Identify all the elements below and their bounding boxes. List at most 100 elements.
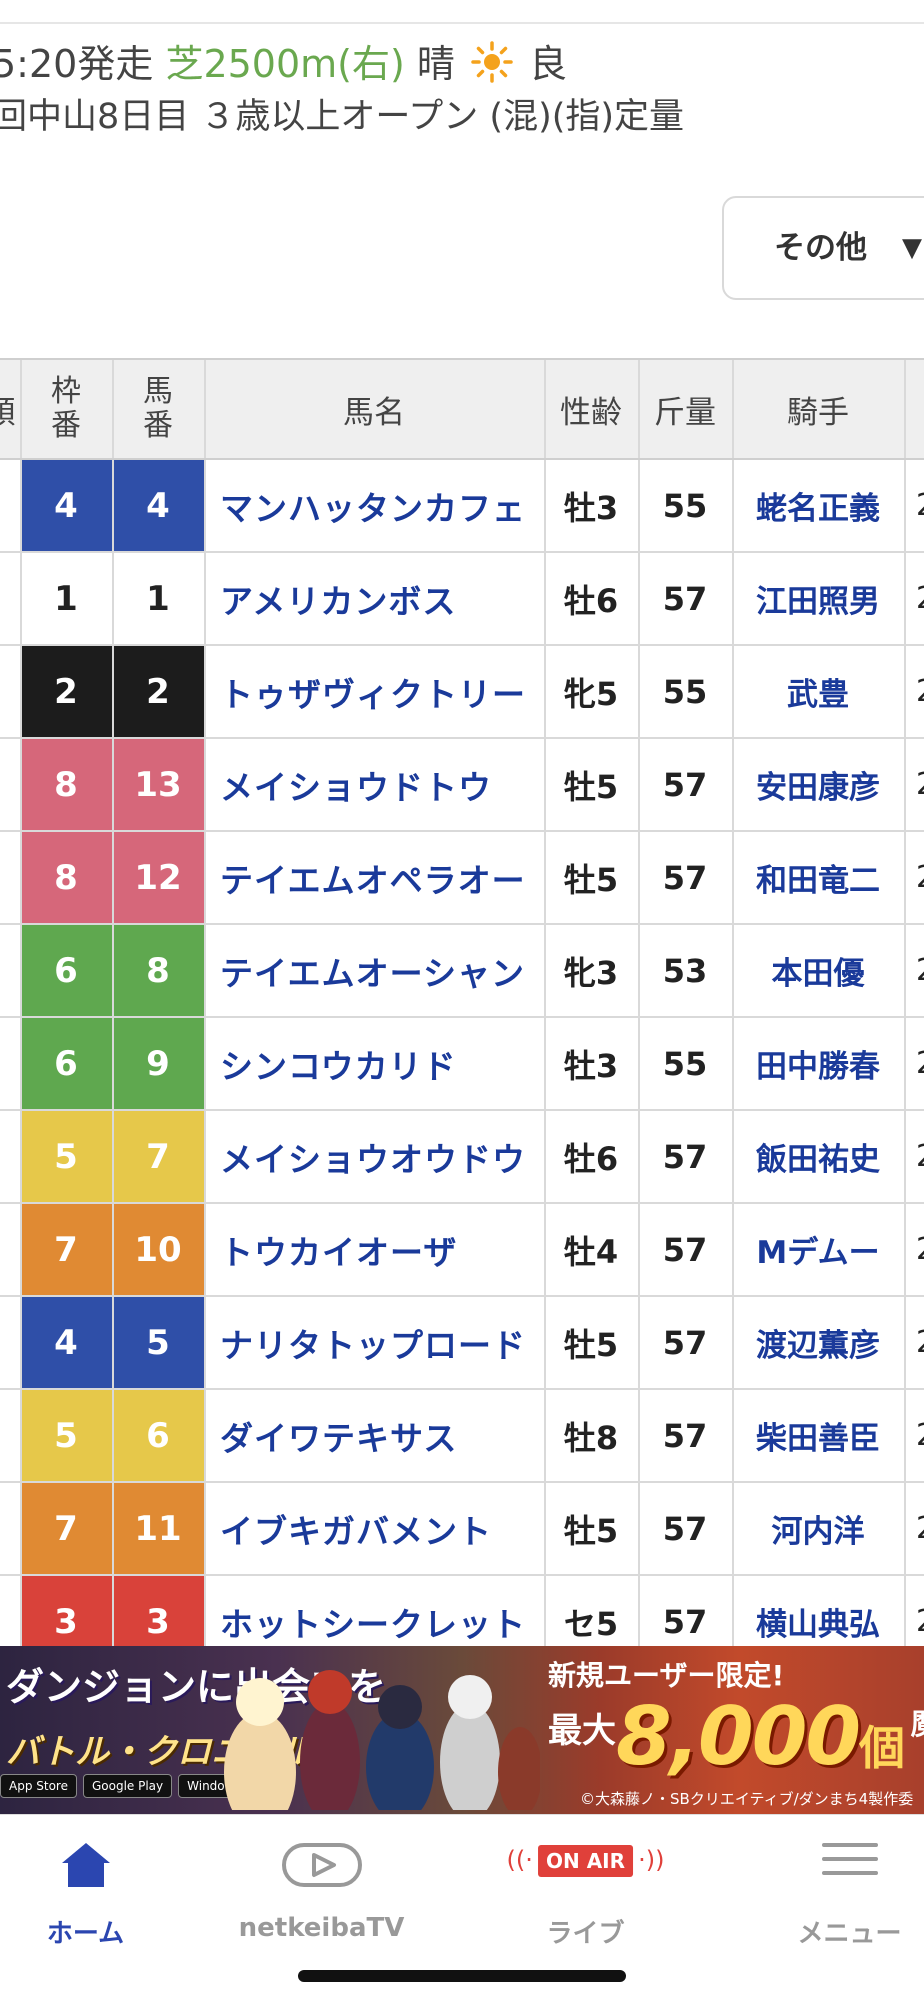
horse-number: 6 bbox=[112, 1390, 204, 1481]
table-row[interactable]: 44マンハッタンカフェ牡355蛯名正義2 bbox=[0, 460, 924, 553]
jockey-link[interactable]: 蛯名正義 bbox=[732, 460, 904, 551]
frame-number: 7 bbox=[20, 1483, 112, 1574]
carried-weight: 57 bbox=[662, 1416, 708, 1455]
horse-name-link[interactable]: ダイワテキサス bbox=[204, 1390, 544, 1481]
carried-weight: 55 bbox=[662, 1044, 708, 1083]
table-row[interactable]: 57メイショウオウドウ牡657飯田祐史2 bbox=[0, 1111, 924, 1204]
jockey-link[interactable]: 柴田善臣 bbox=[732, 1390, 904, 1481]
odds-cell: 2 bbox=[904, 1297, 924, 1388]
sun-icon bbox=[471, 41, 513, 83]
horse-name-link[interactable]: メイショウドトウ bbox=[204, 739, 544, 830]
carried-weight: 57 bbox=[662, 579, 708, 618]
sex-age: セ5 bbox=[563, 1604, 619, 1643]
odds-cell: 2 bbox=[904, 925, 924, 1016]
table-row[interactable]: 812テイエムオペラオー牡5 57 和田竜二2 bbox=[0, 832, 924, 925]
horse-number: 2 bbox=[112, 646, 204, 737]
horse-name-link[interactable]: ホットシークレット bbox=[204, 1576, 544, 1648]
sex-age: 牡5 bbox=[563, 1325, 619, 1364]
horse-number: 8 bbox=[112, 925, 204, 1016]
table-row[interactable]: 711イブキガバメント牡5 57 河内洋2 bbox=[0, 1483, 924, 1576]
nav-menu[interactable]: メニュー bbox=[734, 1815, 924, 1955]
sex-age: 牡5 bbox=[563, 860, 619, 899]
table-row[interactable]: 813メイショウドトウ牡5 57 安田康彦2 bbox=[0, 739, 924, 832]
table-row[interactable]: 22トゥザヴィクトリー牝555武豊2 bbox=[0, 646, 924, 739]
frame-number: 7 bbox=[20, 1204, 112, 1295]
carried-weight: 57 bbox=[662, 1509, 708, 1548]
jockey-link[interactable]: 本田優 bbox=[732, 925, 904, 1016]
play-icon bbox=[281, 1843, 362, 1887]
nav-netkeiba-tv[interactable]: netkeibaTV bbox=[206, 1815, 437, 1955]
horse-name-link[interactable]: テイエムオペラオー bbox=[204, 832, 544, 923]
race-info: 回中山8日目 ３歳以上オープン (混)(指)定量 bbox=[0, 97, 685, 137]
header-name: 馬名 bbox=[343, 394, 405, 431]
table-row[interactable]: 710トウカイオーザ牡4 57 Mデムー2 bbox=[0, 1204, 924, 1297]
horse-name-link[interactable]: トゥザヴィクトリー bbox=[204, 646, 544, 737]
table-row[interactable]: 56ダイワテキサス牡8 57 柴田善臣2 bbox=[0, 1390, 924, 1483]
horse-name-link[interactable]: マンハッタンカフェ bbox=[204, 460, 544, 551]
ad-copyright: ©大森藤ノ・SBクリエイティブ/ダンまち4製作委 bbox=[580, 1790, 914, 1808]
carried-weight: 57 bbox=[662, 1323, 708, 1362]
frame-number: 4 bbox=[20, 1297, 112, 1388]
frame-number: 3 bbox=[20, 1576, 112, 1648]
sex-age: 牡3 bbox=[563, 488, 619, 527]
table-row[interactable]: 68テイエムオーシャン牝3 53 本田優2 bbox=[0, 925, 924, 1018]
start-time: 5:20発走 bbox=[0, 42, 154, 86]
jockey-link[interactable]: 安田康彦 bbox=[732, 739, 904, 830]
frame-number: 5 bbox=[20, 1390, 112, 1481]
filter-dropdown[interactable]: その他 ▼ bbox=[722, 196, 924, 300]
carried-weight: 57 bbox=[662, 858, 708, 897]
sex-age: 牡6 bbox=[563, 1139, 619, 1178]
horse-name-link[interactable]: メイショウオウドウ bbox=[204, 1111, 544, 1202]
frame-number: 4 bbox=[20, 460, 112, 551]
carried-weight: 57 bbox=[662, 765, 708, 804]
jockey-link[interactable]: 江田照男 bbox=[732, 553, 904, 644]
table-row[interactable]: 11アメリカンボス牡657江田照男2 bbox=[0, 553, 924, 646]
jockey-link[interactable]: 飯田祐史 bbox=[732, 1111, 904, 1202]
horse-number: 12 bbox=[112, 832, 204, 923]
carried-weight: 57 bbox=[662, 1602, 708, 1641]
odds-cell: 2 bbox=[904, 1111, 924, 1202]
ad-banner[interactable]: ダンジョンに出会いを バトル・クロニクル App Store Google Pl… bbox=[0, 1646, 924, 1814]
sex-age: 牡6 bbox=[563, 581, 619, 620]
odds-cell: 2 bbox=[904, 1204, 924, 1295]
odds-cell: 2 bbox=[904, 1390, 924, 1481]
horse-number: 3 bbox=[112, 1576, 204, 1648]
jockey-link[interactable]: 渡辺薫彦 bbox=[732, 1297, 904, 1388]
horse-name-link[interactable]: アメリカンボス bbox=[204, 553, 544, 644]
jockey-link[interactable]: 田中勝春 bbox=[732, 1018, 904, 1109]
jockey-link[interactable]: 和田竜二 bbox=[732, 832, 904, 923]
horse-name-link[interactable]: トウカイオーザ bbox=[204, 1204, 544, 1295]
header-frame: 枠番 bbox=[51, 374, 81, 443]
table-row[interactable]: 45ナリタトップロード牡5 57 渡辺薫彦2 bbox=[0, 1297, 924, 1390]
ad-characters-illustration bbox=[224, 1670, 540, 1810]
carried-weight: 53 bbox=[662, 951, 708, 990]
frame-number: 6 bbox=[20, 1018, 112, 1109]
horse-name-link[interactable]: シンコウカリド bbox=[204, 1018, 544, 1109]
horse-name-link[interactable]: テイエムオーシャン bbox=[204, 925, 544, 1016]
table-row[interactable]: 33ホットシークレットセ557横山典弘2 bbox=[0, 1576, 924, 1648]
jockey-link[interactable]: 河内洋 bbox=[732, 1483, 904, 1574]
table-header: 順 枠番 馬番 馬名 性齢 斤量 騎手 bbox=[0, 360, 924, 460]
jockey-link[interactable]: Mデムー bbox=[732, 1204, 904, 1295]
odds-cell: 2 bbox=[904, 832, 924, 923]
nav-live[interactable]: ((· ON AIR ·)) ライブ bbox=[470, 1815, 701, 1955]
sex-age: 牝5 bbox=[563, 674, 619, 713]
odds-cell: 2 bbox=[904, 739, 924, 830]
jockey-link[interactable]: 武豊 bbox=[732, 646, 904, 737]
nav-live-label: ライブ bbox=[546, 1919, 625, 1949]
table-row[interactable]: 69シンコウカリド牡3 55 田中勝春2 bbox=[0, 1018, 924, 1111]
frame-number: 8 bbox=[20, 739, 112, 830]
sex-age: 牝3 bbox=[563, 953, 619, 992]
horse-name-link[interactable]: ナリタトップロード bbox=[204, 1297, 544, 1388]
sex-age: 牡8 bbox=[563, 1418, 619, 1457]
jockey-link[interactable]: 横山典弘 bbox=[732, 1576, 904, 1648]
horse-number: 9 bbox=[112, 1018, 204, 1109]
header-order: 順 bbox=[0, 360, 20, 458]
ad-promo-amount: 最大8,000個 魔宝石 bbox=[548, 1690, 924, 1783]
horse-number: 7 bbox=[112, 1111, 204, 1202]
nav-home[interactable]: ホーム bbox=[0, 1815, 201, 1955]
odds-cell: 2 bbox=[904, 646, 924, 737]
race-header: 5:20発走 芝2500m(右) 晴 良 bbox=[0, 38, 567, 90]
header-number: 馬番 bbox=[143, 374, 173, 443]
horse-name-link[interactable]: イブキガバメント bbox=[204, 1483, 544, 1574]
